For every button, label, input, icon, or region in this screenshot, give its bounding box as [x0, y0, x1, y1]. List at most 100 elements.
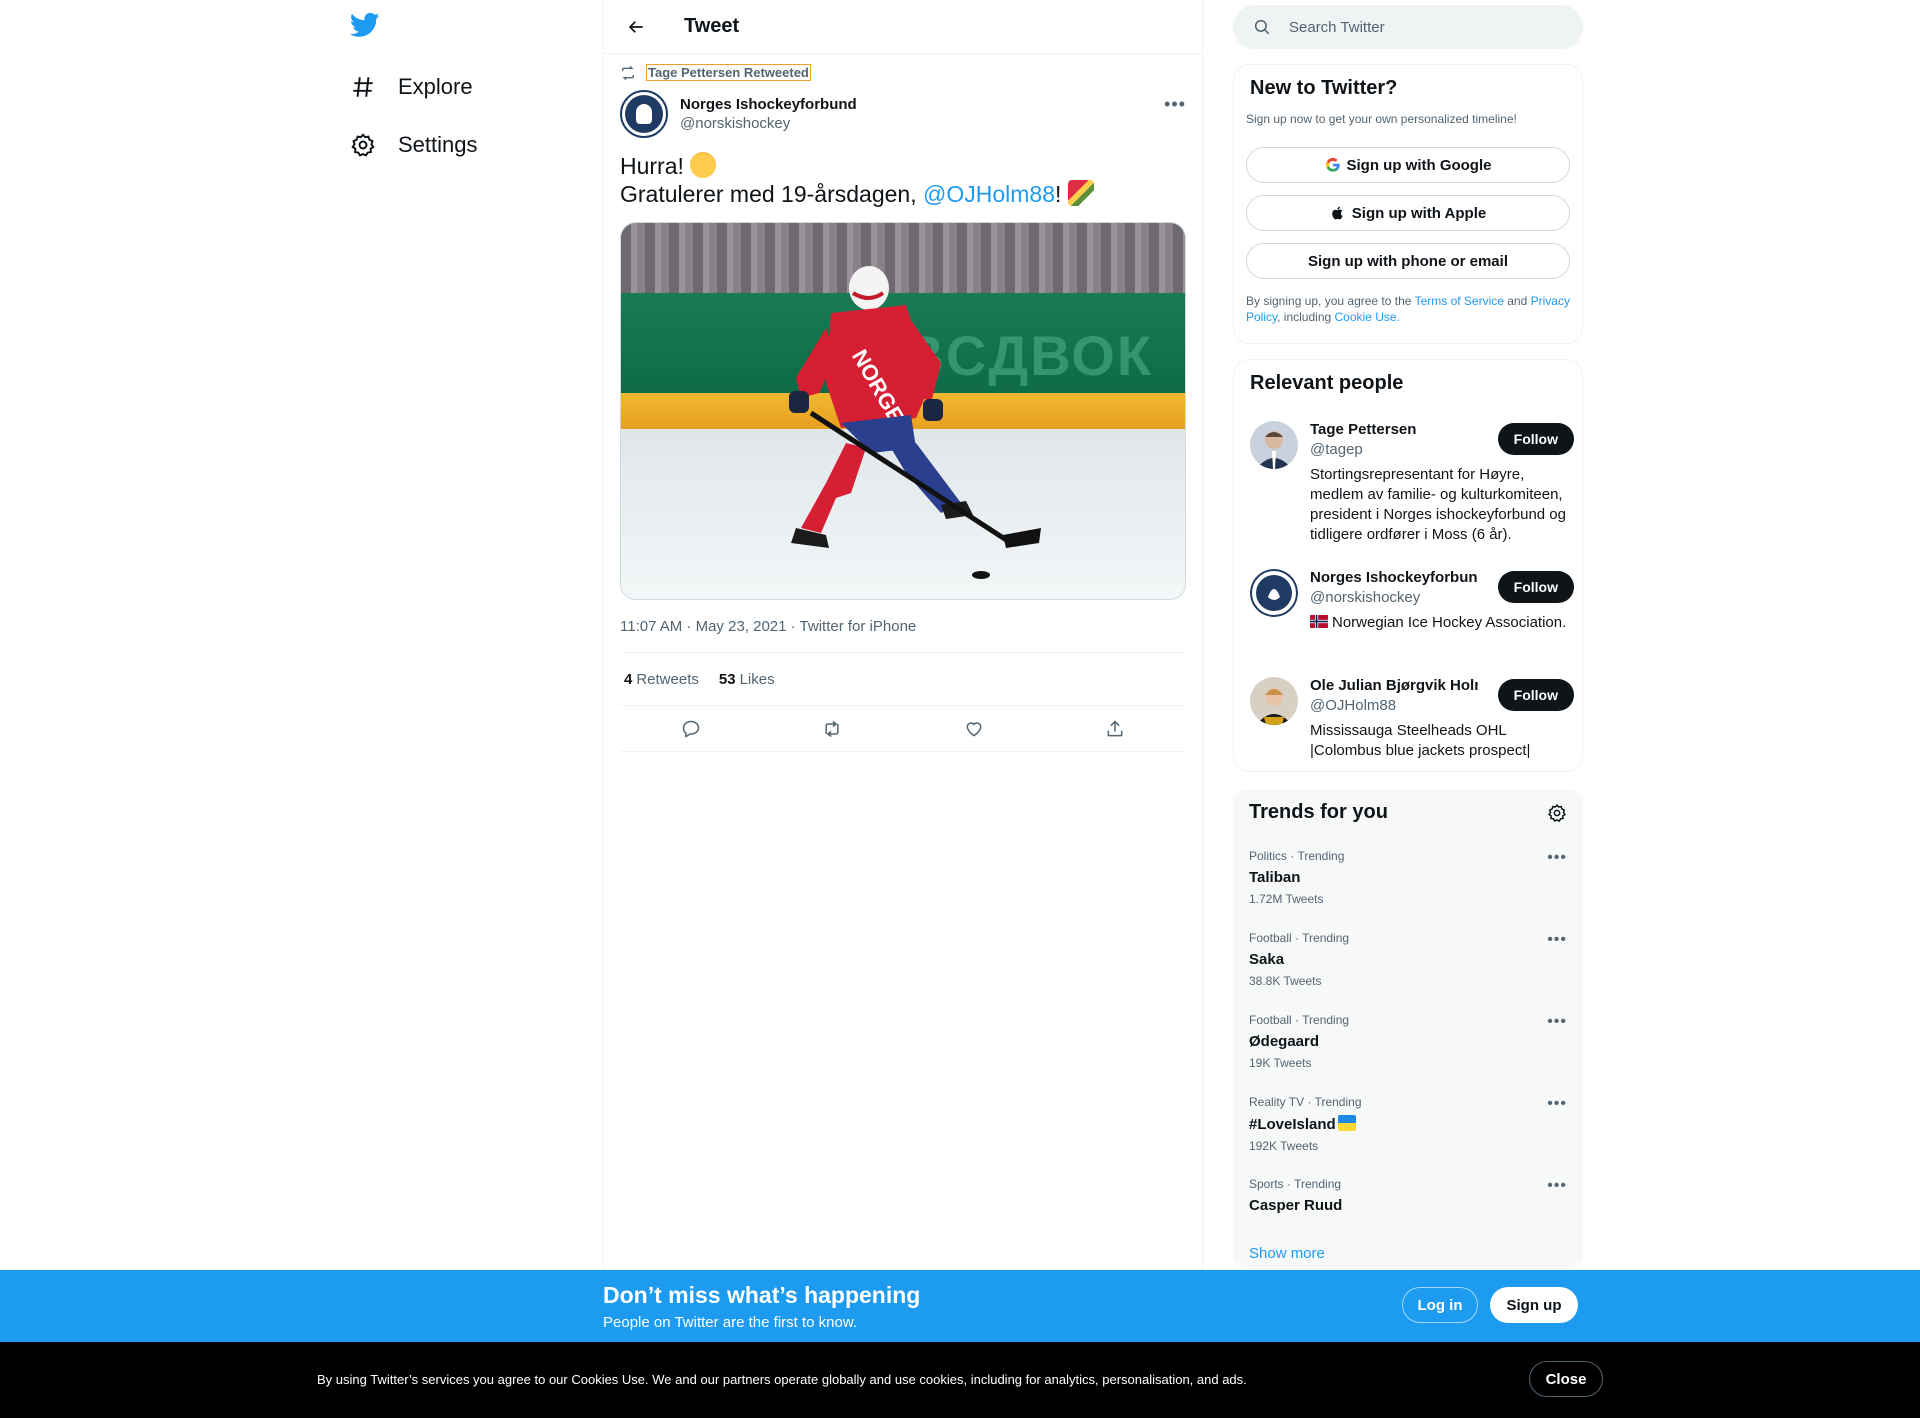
trend-name: #LoveIsland: [1249, 1115, 1567, 1133]
person-name[interactable]: Norges Ishockeyforbund: [1310, 569, 1478, 586]
twitter-logo-icon[interactable]: [349, 10, 386, 46]
tweet-actions: [620, 706, 1186, 752]
signup-phone-label: Sign up with phone or email: [1307, 252, 1508, 270]
more-icon[interactable]: •••: [1547, 931, 1567, 949]
person-handle[interactable]: @norskishockey: [1310, 589, 1420, 606]
trend-name: Casper Ruud: [1249, 1197, 1343, 1214]
retweets-label: Retweets: [636, 670, 699, 688]
more-icon[interactable]: •••: [1547, 1013, 1567, 1031]
close-button[interactable]: Close: [1529, 1361, 1603, 1397]
signup-button[interactable]: Sign up: [1490, 1287, 1578, 1323]
signup-banner: Don’t miss what’s happening People on Tw…: [0, 1270, 1920, 1342]
terms-and: and: [1503, 294, 1531, 308]
trend-count: 192K Tweets: [1249, 1139, 1319, 1153]
relevant-people-card: Relevant people Tage Pettersen @tagep Fo…: [1233, 359, 1583, 772]
party-popper-emoji-icon: [1067, 180, 1094, 206]
avatar[interactable]: [1250, 677, 1298, 725]
likes-stat[interactable]: 53 Likes: [719, 671, 775, 688]
partying-face-emoji-icon: [690, 152, 717, 178]
person-name[interactable]: Ole Julian Bjørgvik Holm: [1310, 677, 1478, 694]
main-column: Tweet Tage Pettersen Retweeted Norges Is…: [603, 0, 1203, 1418]
login-button[interactable]: Log in: [1402, 1287, 1478, 1323]
person-handle[interactable]: @tagep: [1310, 441, 1363, 458]
gear-icon[interactable]: [1547, 803, 1567, 823]
avatar[interactable]: [1250, 569, 1298, 617]
retweet-context: Tage Pettersen Retweeted: [620, 64, 811, 81]
terms-text: By signing up, you agree to the Terms of…: [1246, 293, 1576, 325]
avatar[interactable]: [620, 90, 668, 138]
trend-item[interactable]: Football · Trending Saka 38.8K Tweets ••…: [1249, 931, 1567, 988]
retweets-stat[interactable]: 4 Retweets: [624, 671, 699, 688]
trend-name: Ødegaard: [1249, 1033, 1320, 1050]
new-to-twitter-card: New to Twitter? Sign up now to get your …: [1233, 64, 1583, 344]
trend-count: 19K Tweets: [1249, 1056, 1312, 1070]
trend-count: 38.8K Tweets: [1249, 974, 1322, 988]
page-title: Tweet: [684, 15, 740, 37]
author-name[interactable]: Norges Ishockeyforbund: [680, 96, 857, 113]
search-bar[interactable]: [1233, 5, 1583, 49]
trend-item[interactable]: Reality TV · Trending #LoveIsland 192K T…: [1249, 1095, 1567, 1153]
search-input[interactable]: [1289, 18, 1549, 36]
more-icon[interactable]: •••: [1164, 94, 1186, 115]
signup-phone-button[interactable]: Sign up with phone or email: [1246, 243, 1570, 279]
heart-icon[interactable]: [964, 719, 984, 739]
mention-link[interactable]: @OJHolm88: [923, 181, 1055, 207]
norway-flag-icon: [1310, 615, 1328, 628]
retweet-icon: [622, 65, 634, 80]
signup-google-button[interactable]: Sign up with Google: [1246, 147, 1570, 183]
trend-category: Politics · Trending: [1249, 849, 1345, 863]
tweet-timestamp[interactable]: 11:07 AM · May 23, 2021 · Twitter for iP…: [620, 618, 916, 635]
tweet-text: Hurra! Gratulerer med 19-årsdagen, @OJHo…: [620, 152, 1094, 208]
terms-of-service-link[interactable]: Terms of Service: [1415, 294, 1504, 308]
signup-apple-label: Sign up with Apple: [1351, 204, 1487, 222]
new-to-twitter-title: New to Twitter?: [1250, 77, 1398, 99]
nav-settings[interactable]: Settings: [350, 121, 478, 169]
trend-count: 1.72M Tweets: [1249, 892, 1324, 906]
retweet-action-icon[interactable]: [822, 719, 842, 739]
more-icon[interactable]: •••: [1547, 1095, 1567, 1113]
tweet-line-2: Gratulerer med 19-årsdagen,: [620, 181, 923, 207]
signup-apple-button[interactable]: Sign up with Apple: [1246, 195, 1570, 231]
trend-item[interactable]: Politics · Trending Taliban 1.72M Tweets…: [1249, 849, 1567, 906]
person-bio-text: Norwegian Ice Hockey Association.: [1332, 614, 1567, 631]
apple-icon: [1331, 206, 1343, 220]
tweet-author[interactable]: Norges Ishockeyforbund @norskishockey: [620, 90, 857, 138]
terms-including: , including: [1277, 310, 1335, 324]
tweet-photo[interactable]: ABCДВОК NORGE: [620, 222, 1186, 600]
person-bio: Mississauga Steelheads OHL |Colombus blu…: [1310, 722, 1531, 759]
trend-category: Reality TV · Trending: [1249, 1095, 1362, 1109]
trend-item[interactable]: Football · Trending Ødegaard 19K Tweets …: [1249, 1013, 1567, 1070]
tweet-stats: 4 Retweets 53 Likes: [620, 652, 1186, 706]
new-to-twitter-subtitle: Sign up now to get your own personalized…: [1246, 112, 1517, 126]
tweet-line-2-end: !: [1055, 181, 1068, 207]
show-more-link[interactable]: Show more: [1249, 1245, 1325, 1262]
person-name[interactable]: Tage Pettersen: [1310, 421, 1478, 438]
more-icon[interactable]: •••: [1547, 849, 1567, 867]
gear-icon: [351, 133, 375, 157]
cookie-banner: By using Twitter’s services you agree to…: [0, 1342, 1920, 1418]
trend-category: Football · Trending: [1249, 1013, 1350, 1027]
follow-button[interactable]: Follow: [1497, 423, 1574, 455]
search-icon: [1254, 19, 1270, 35]
arrow-left-icon: [628, 20, 643, 33]
trend-category: Sports · Trending: [1249, 1177, 1342, 1191]
share-icon[interactable]: [1105, 719, 1125, 739]
back-button[interactable]: [618, 9, 654, 45]
trend-item[interactable]: Sports · Trending Casper Ruud •••: [1249, 1177, 1567, 1214]
retweeter-link[interactable]: Tage Pettersen Retweeted: [646, 64, 811, 81]
person-handle[interactable]: @OJHolm88: [1310, 697, 1396, 714]
avatar[interactable]: [1250, 421, 1298, 469]
cookie-use-link[interactable]: Cookie Use.: [1335, 310, 1400, 324]
banner-title: Don’t miss what’s happening: [603, 1282, 921, 1308]
retweets-count: 4: [624, 670, 633, 688]
author-handle[interactable]: @norskishockey: [680, 115, 857, 132]
follow-button[interactable]: Follow: [1497, 679, 1574, 711]
nav-explore-label: Explore: [398, 74, 473, 99]
banner-subtitle: People on Twitter are the first to know.: [603, 1314, 858, 1331]
nav-explore[interactable]: Explore: [350, 63, 473, 111]
reply-icon[interactable]: [681, 719, 701, 739]
follow-button[interactable]: Follow: [1497, 571, 1574, 603]
relevant-people-title: Relevant people: [1250, 372, 1404, 394]
hashtag-icon: [353, 77, 373, 97]
more-icon[interactable]: •••: [1547, 1177, 1567, 1195]
